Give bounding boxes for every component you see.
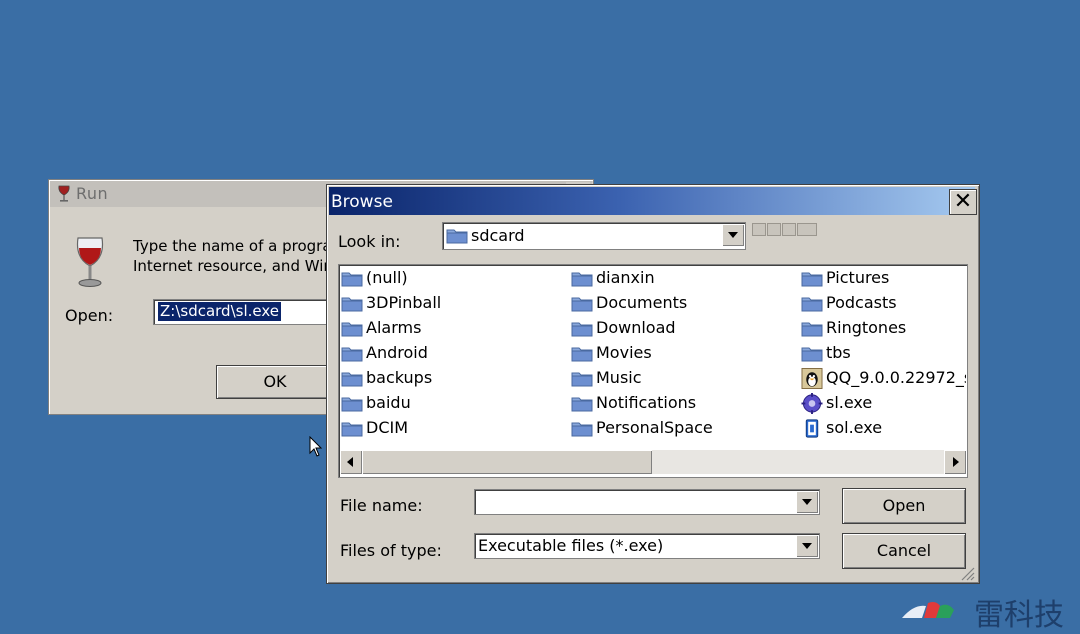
folder-icon (341, 322, 363, 337)
files-of-type-label: Files of type: (340, 541, 442, 560)
watermark-text: 雷科技 (974, 598, 1064, 633)
solitaire-cards-icon (805, 419, 819, 438)
scroll-left-arrow-icon[interactable] (340, 450, 362, 474)
list-item-label: Alarms (366, 318, 422, 337)
mouse-pointer-icon (309, 436, 323, 457)
qq-penguin-icon (801, 368, 823, 389)
list-view-icon[interactable] (782, 223, 796, 236)
horizontal-scrollbar[interactable] (340, 450, 966, 474)
list-item-label: Ringtones (826, 318, 907, 337)
folder-icon (801, 297, 823, 312)
close-icon: ✕ (953, 189, 973, 214)
folder-icon (446, 229, 468, 244)
watermark: 雷科技 (902, 598, 1080, 633)
list-item-label: Notifications (596, 393, 697, 412)
wine-glass-icon (76, 237, 104, 287)
browse-dialog: Browse ✕ Look in: sdcard (null) 3DPinbal… (326, 184, 980, 584)
list-item-label: PersonalSpace (596, 418, 713, 437)
ok-button[interactable]: OK (216, 365, 334, 399)
gear-exe-icon (801, 393, 823, 414)
chevron-down-icon[interactable] (796, 535, 818, 557)
look-in-dropdown[interactable]: sdcard (442, 222, 746, 250)
open-button[interactable]: Open (842, 488, 966, 524)
scroll-right-arrow-icon[interactable] (944, 450, 966, 474)
run-description: Type the name of a program Internet reso… (133, 236, 333, 276)
list-item-label: tbs (826, 343, 851, 362)
folder-icon (341, 372, 363, 387)
files-of-type-select[interactable]: Executable files (*.exe) (474, 533, 820, 559)
folder-icon (341, 397, 363, 412)
file-list[interactable]: (null) 3DPinball Alarms Android backups … (338, 264, 968, 478)
list-item-label: Music (596, 368, 642, 387)
browse-titlebar[interactable]: Browse ✕ (329, 187, 977, 215)
file-name-combo[interactable] (474, 489, 820, 515)
new-folder-icon[interactable] (767, 223, 781, 236)
run-dialog-title: Run (76, 184, 109, 203)
folder-icon (341, 422, 363, 437)
folder-icon (571, 347, 593, 362)
details-view-icon[interactable] (797, 223, 817, 236)
resize-grip-icon[interactable] (959, 565, 975, 581)
folder-icon (341, 297, 363, 312)
run-open-value: Z:\sdcard\sl.exe (158, 302, 281, 321)
folder-icon (571, 422, 593, 437)
look-in-label: Look in: (338, 232, 401, 251)
close-button[interactable]: ✕ (949, 189, 977, 215)
list-item-label: Pictures (826, 268, 890, 287)
folder-icon (571, 322, 593, 337)
chevron-down-icon[interactable] (796, 491, 818, 513)
list-item-label: sl.exe (826, 393, 873, 412)
cancel-button[interactable]: Cancel (842, 533, 966, 569)
list-item-label: Documents (596, 293, 688, 312)
folder-icon (801, 347, 823, 362)
list-item-label: Download (596, 318, 676, 337)
list-item-label: (null) (366, 268, 408, 287)
file-name-label: File name: (340, 496, 423, 515)
folder-icon (571, 397, 593, 412)
folder-icon (341, 347, 363, 362)
list-item-label: sol.exe (826, 418, 883, 437)
run-open-input[interactable]: Z:\sdcard\sl.exe (153, 299, 335, 325)
files-of-type-value: Executable files (*.exe) (478, 536, 664, 555)
list-item-label: backups (366, 368, 433, 387)
list-item-label: DCIM (366, 418, 409, 437)
wine-glass-icon (58, 185, 70, 202)
folder-icon (801, 272, 823, 287)
browse-dialog-title: Browse (331, 192, 393, 212)
list-item-label: Android (366, 343, 428, 362)
list-item-label: dianxin (596, 268, 655, 287)
run-open-label: Open: (65, 306, 114, 325)
folder-icon (571, 372, 593, 387)
folder-icon (801, 322, 823, 337)
scrollbar-thumb[interactable] (362, 450, 652, 474)
folder-icon (571, 272, 593, 287)
run-description-line1: Type the name of a program (133, 237, 333, 255)
list-item-label: QQ_9.0.0.22972_se (826, 368, 966, 387)
folder-icon (341, 272, 363, 287)
look-in-value: sdcard (471, 226, 525, 245)
watermark-logo-icon (902, 602, 954, 618)
list-item-label: 3DPinball (366, 293, 442, 312)
list-item-label: Podcasts (826, 293, 897, 312)
up-folder-icon[interactable] (752, 223, 766, 236)
list-item-label: baidu (366, 393, 411, 412)
list-item-label: Movies (596, 343, 652, 362)
chevron-down-icon[interactable] (722, 224, 744, 246)
folder-icon (571, 297, 593, 312)
run-description-line2: Internet resource, and Win (133, 257, 333, 275)
